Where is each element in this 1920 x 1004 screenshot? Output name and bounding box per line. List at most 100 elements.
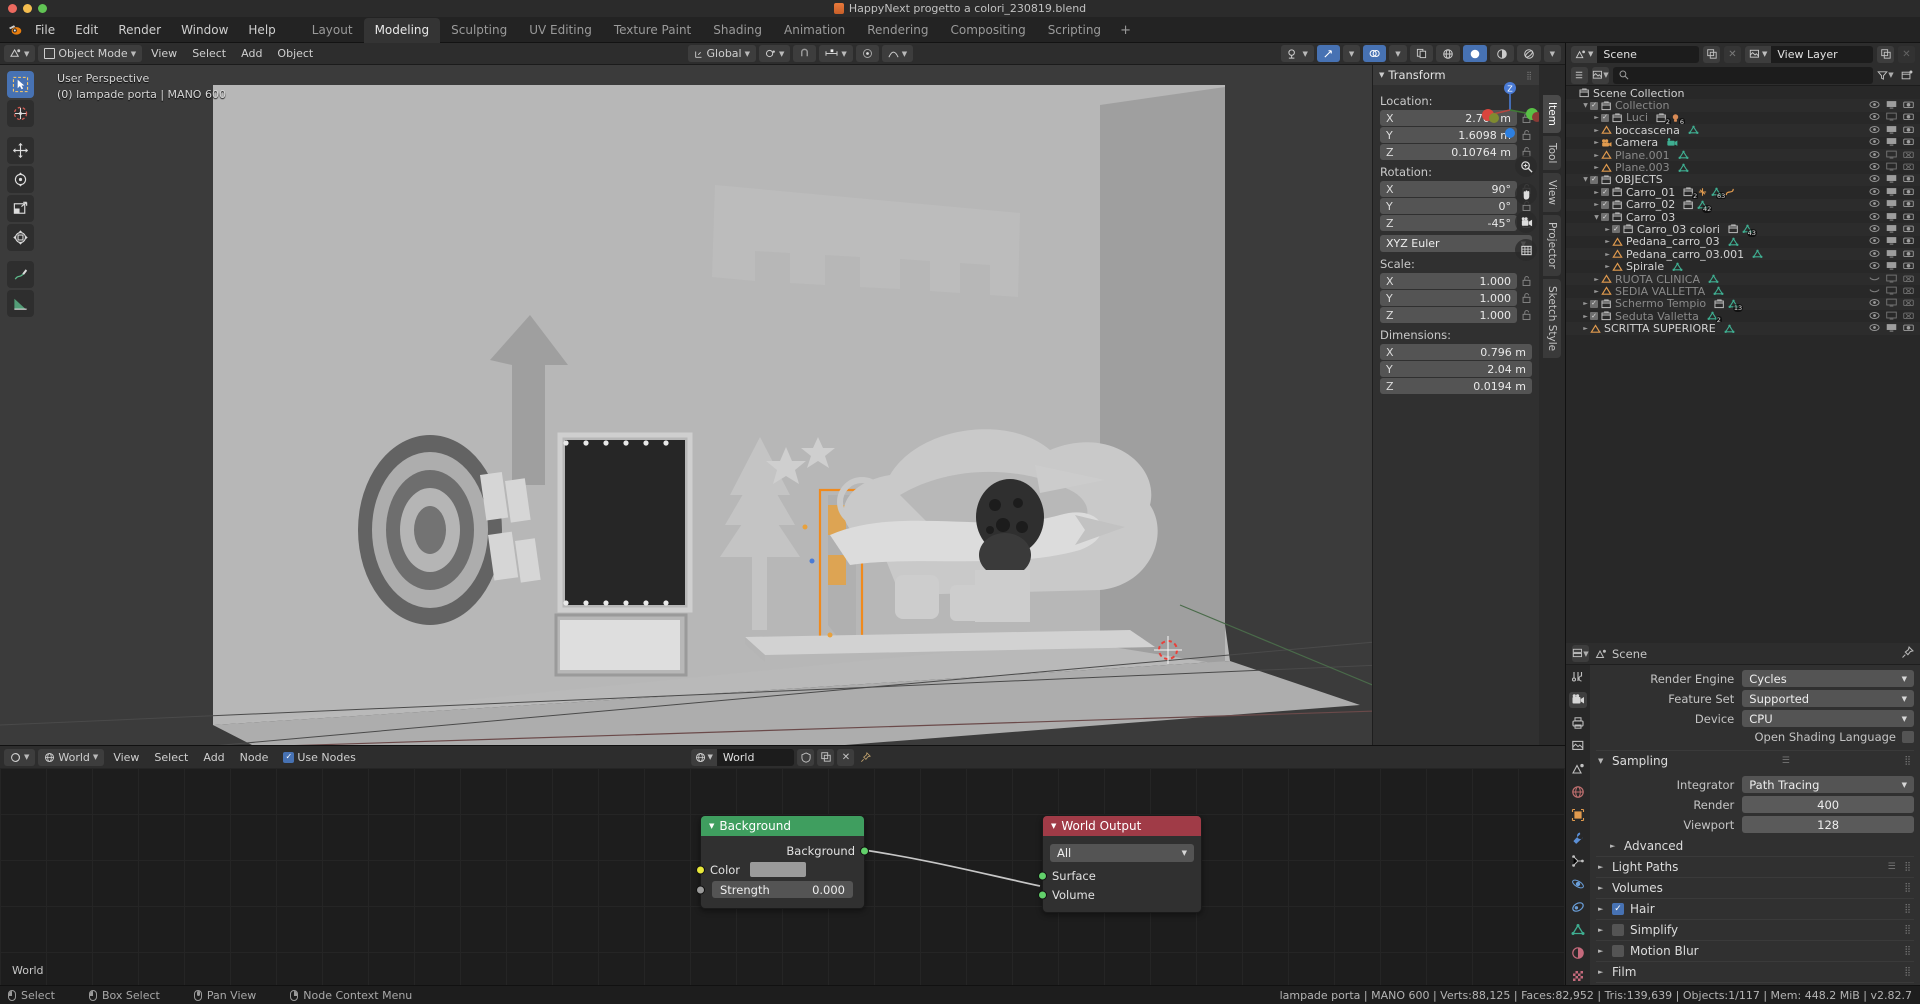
rotation-x-row[interactable]: X 90° [1380, 181, 1532, 197]
row-restrict-toggles[interactable] [1869, 297, 1914, 310]
material-tab[interactable] [1569, 945, 1587, 961]
mesh-data-icon[interactable] [1678, 150, 1689, 160]
outliner-row[interactable]: ▼ ✓ Carro_03 [1566, 211, 1920, 224]
shader-menu-select[interactable]: Select [148, 749, 194, 766]
socket-background-output[interactable] [860, 846, 869, 855]
properties-panel-header[interactable]: ► Volumes ⣿ [1596, 877, 1914, 898]
outliner-row[interactable]: ► Pedana_carro_03.001 [1566, 248, 1920, 261]
output-tab[interactable] [1569, 715, 1587, 731]
render-samples-row[interactable]: Render 400 [1596, 796, 1914, 813]
world-output-target-selector[interactable]: All ▼ [1050, 844, 1194, 862]
empty-icon[interactable] [1697, 187, 1708, 197]
node-world-output-header[interactable]: ▼ World Output [1043, 816, 1201, 836]
tweak-select-tool[interactable] [7, 71, 34, 98]
shading-material-preview-icon[interactable] [1489, 45, 1514, 62]
restrict-toggle-1[interactable] [1886, 111, 1897, 124]
overlays-options-chevron-icon[interactable]: ▼ [1389, 45, 1407, 62]
row-restrict-toggles[interactable] [1869, 149, 1914, 162]
restrict-toggle-1[interactable] [1886, 322, 1897, 335]
menu-help[interactable]: Help [239, 20, 284, 40]
color-swatch[interactable] [750, 862, 807, 877]
restrict-toggle-0[interactable] [1869, 198, 1880, 211]
node-background-color-row[interactable]: Color [696, 860, 864, 879]
scale-z-row[interactable]: Z 1.000 [1380, 307, 1532, 323]
dimensions-z-row[interactable]: Z 0.0194 m [1380, 378, 1532, 394]
mesh-data-icon[interactable] [1688, 125, 1699, 135]
expand-triangle-icon[interactable]: ► [1603, 226, 1612, 233]
outliner-row[interactable]: ► ✓ Carro_03 colori 43 [1566, 223, 1920, 238]
socket-strength-input[interactable] [696, 885, 705, 894]
restrict-toggle-0[interactable] [1869, 322, 1880, 335]
restrict-toggle-1[interactable] [1886, 297, 1897, 310]
socket-surface-input[interactable] [1038, 871, 1047, 880]
workspace-tab-animation[interactable]: Animation [773, 18, 856, 43]
restrict-toggle-2[interactable] [1903, 136, 1914, 149]
integrator-row[interactable]: Integrator Path Tracing ▼ [1596, 776, 1914, 793]
snap-increment-icon[interactable]: ▼ [819, 45, 853, 62]
restrict-toggle-0[interactable] [1869, 111, 1880, 124]
move-tool[interactable] [7, 137, 34, 164]
shading-options-chevron-icon[interactable]: ▼ [1543, 45, 1561, 62]
collection-icon[interactable] [1683, 200, 1694, 210]
restrict-toggle-0[interactable] [1869, 99, 1880, 112]
mesh-data-icon[interactable]: 63 [1711, 187, 1727, 201]
restrict-toggle-1[interactable] [1886, 223, 1897, 236]
outliner-row[interactable]: ► Pedana_carro_03 [1566, 235, 1920, 248]
feature-set-select[interactable]: Supported ▼ [1742, 690, 1914, 707]
restrict-toggle-2[interactable] [1903, 223, 1914, 236]
scale-y-row[interactable]: Y 1.000 [1380, 290, 1532, 306]
mesh-data-icon[interactable]: 2 [1707, 311, 1722, 325]
curve-icon[interactable] [1725, 187, 1736, 197]
mesh-data-icon[interactable]: 43 [1742, 224, 1757, 238]
row-checkbox[interactable]: ✓ [1590, 175, 1598, 184]
world-datablock[interactable]: ▼ World [690, 748, 795, 766]
pin-icon[interactable] [1901, 645, 1914, 662]
row-restrict-toggles[interactable] [1869, 136, 1914, 149]
feature-set-row[interactable]: Feature Set Supported ▼ [1596, 690, 1914, 707]
shader-type-selector[interactable]: World ▼ [38, 748, 105, 766]
camera-data-icon[interactable] [1666, 137, 1678, 148]
expand-triangle-icon[interactable]: ► [1603, 251, 1612, 258]
strength-field[interactable]: Strength 0.000 [712, 881, 853, 898]
expand-triangle-icon[interactable]: ► [1603, 263, 1612, 270]
row-restrict-toggles[interactable] [1869, 124, 1914, 137]
restrict-toggle-2[interactable] [1903, 310, 1914, 323]
row-restrict-toggles[interactable] [1869, 273, 1914, 286]
outliner-row[interactable]: ► Camera [1566, 136, 1920, 149]
render-engine-row[interactable]: Render Engine Cycles ▼ [1596, 670, 1914, 687]
workspace-tab-rendering[interactable]: Rendering [856, 18, 939, 43]
viewport-canvas[interactable]: User Perspective (0) lampade porta | MAN… [0, 65, 1565, 745]
expand-triangle-icon[interactable]: ► [1592, 139, 1601, 146]
workspace-tab-texture-paint[interactable]: Texture Paint [603, 18, 702, 43]
new-view-layer-icon[interactable] [1877, 45, 1894, 63]
viewport-samples-value[interactable]: 128 [1742, 816, 1914, 833]
row-checkbox[interactable]: ✓ [1612, 225, 1620, 234]
expand-triangle-icon[interactable]: ▼ [1592, 214, 1601, 221]
restrict-toggle-0[interactable] [1869, 260, 1880, 273]
render-samples-value[interactable]: 400 [1742, 796, 1914, 813]
shading-solid-icon[interactable] [1462, 45, 1487, 62]
sidebar-tab-projector[interactable]: Projector [1543, 215, 1561, 276]
use-nodes-checkbox[interactable]: ✓ [283, 751, 295, 763]
shader-menu-node[interactable]: Node [234, 749, 275, 766]
rotation-z-row[interactable]: Z -45° [1380, 215, 1532, 231]
restrict-toggle-2[interactable] [1903, 111, 1914, 124]
view-layer-icon[interactable]: ▼ [1745, 45, 1772, 63]
constraints-tab[interactable] [1569, 899, 1587, 915]
scene-datablock[interactable]: ▼ Scene [1571, 45, 1699, 63]
properties-panel-header[interactable]: ► Simplify ⣿ [1596, 919, 1914, 940]
sidebar-tab-tool[interactable]: Tool [1543, 135, 1561, 171]
integrator-select[interactable]: Path Tracing ▼ [1742, 776, 1914, 793]
restrict-toggle-0[interactable] [1869, 161, 1880, 174]
viewport-menu-select[interactable]: Select [186, 45, 232, 62]
expand-triangle-icon[interactable]: ► [1581, 313, 1590, 320]
restrict-toggle-2[interactable] [1903, 161, 1914, 174]
row-checkbox[interactable]: ✓ [1601, 188, 1609, 197]
shader-menu-add[interactable]: Add [197, 749, 230, 766]
restrict-toggle-1[interactable] [1886, 273, 1897, 286]
outliner-row[interactable]: ► ✓ Carro_01 2 63 [1566, 186, 1920, 201]
socket-volume-input[interactable] [1038, 890, 1047, 899]
row-restrict-toggles[interactable] [1869, 223, 1914, 236]
measure-tool[interactable] [7, 290, 34, 317]
outliner-row[interactable]: ► RUOTA CLINICA [1566, 273, 1920, 286]
